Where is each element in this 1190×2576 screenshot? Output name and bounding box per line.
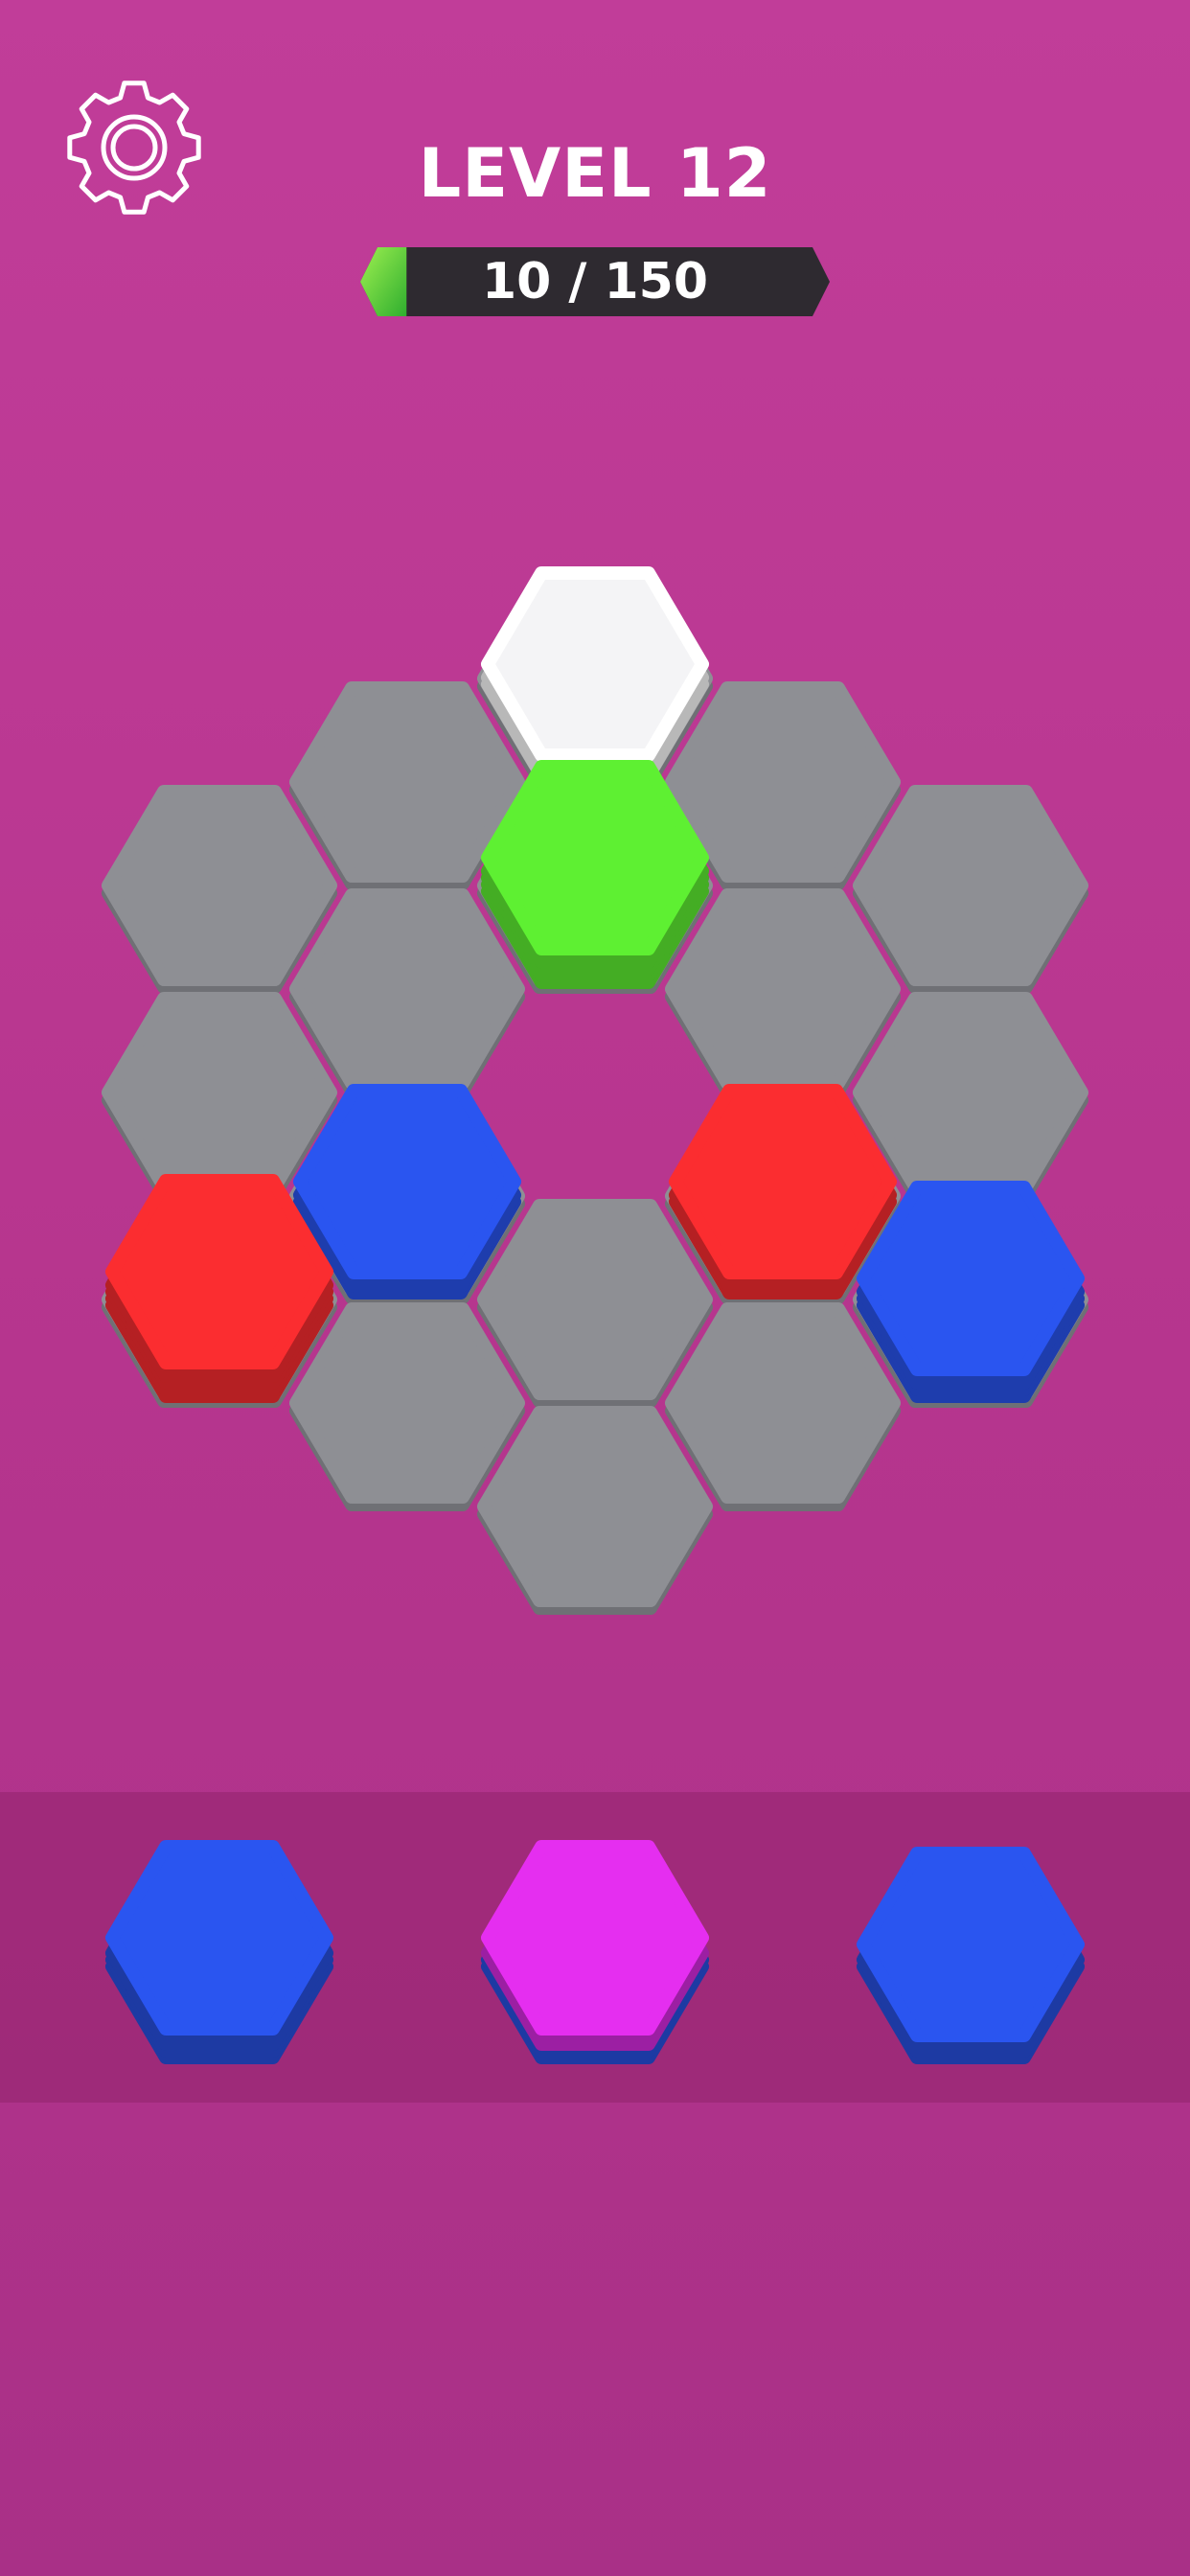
slot-top bbox=[477, 1199, 713, 1400]
tile-top bbox=[481, 1840, 709, 2036]
tile-top bbox=[105, 1174, 333, 1369]
board-cell-inner-right-mid[interactable] bbox=[665, 1084, 901, 1304]
board-cell-far-right-low[interactable] bbox=[853, 1181, 1088, 1408]
board-cell-inner-left-top[interactable] bbox=[289, 888, 525, 1097]
tray-stack-left[interactable] bbox=[105, 1840, 333, 2064]
board-cell-center-low[interactable] bbox=[477, 1199, 713, 1408]
board-cell-far-left-low[interactable] bbox=[102, 1174, 337, 1408]
board-cell-inner-right-top[interactable] bbox=[665, 888, 901, 1097]
tile-top bbox=[481, 566, 709, 762]
tile-top bbox=[857, 1181, 1085, 1376]
board-cell-bottom[interactable] bbox=[477, 1406, 713, 1615]
tray-stack-center[interactable] bbox=[481, 1840, 709, 2064]
slot-top bbox=[102, 785, 337, 986]
board-cell-inner-left-low[interactable] bbox=[289, 1302, 525, 1511]
tile-top bbox=[669, 1084, 897, 1279]
slot-top bbox=[665, 681, 901, 883]
slot-top bbox=[102, 992, 337, 1193]
tile-top bbox=[857, 1847, 1085, 2042]
board-cell-far-left-top[interactable] bbox=[102, 785, 337, 994]
board-cell-far-left-mid[interactable] bbox=[102, 992, 337, 1201]
tile-top bbox=[105, 1840, 333, 2036]
slot-top bbox=[477, 1406, 713, 1607]
slot-top bbox=[853, 785, 1088, 986]
board-cell-top[interactable] bbox=[477, 566, 713, 787]
board-cell-inner-right-low[interactable] bbox=[665, 1302, 901, 1511]
tile-top bbox=[481, 760, 709, 955]
board-cell-far-right-mid[interactable] bbox=[853, 992, 1088, 1201]
slot-top bbox=[853, 992, 1088, 1193]
tile-tray bbox=[0, 1792, 1190, 2103]
hex-board bbox=[102, 566, 1088, 1615]
slot-top bbox=[289, 681, 525, 883]
slot-top bbox=[289, 888, 525, 1090]
slot-top bbox=[665, 1302, 901, 1504]
slot-top bbox=[289, 1302, 525, 1504]
board-cell-center-top[interactable] bbox=[477, 760, 713, 994]
board-cell-far-right-top[interactable] bbox=[853, 785, 1088, 994]
slot-top bbox=[665, 888, 901, 1090]
tile-top bbox=[293, 1084, 521, 1279]
tray-stack-right[interactable] bbox=[857, 1847, 1085, 2064]
